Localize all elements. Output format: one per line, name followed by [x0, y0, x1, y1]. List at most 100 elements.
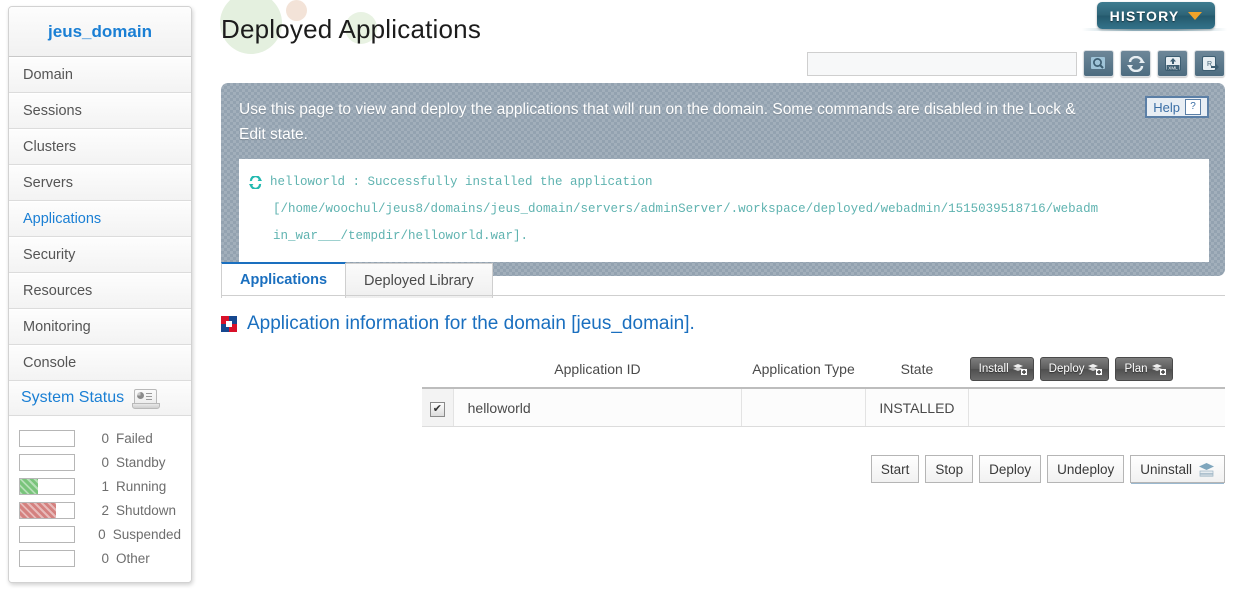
- column-header-application-id: Application ID: [453, 351, 742, 389]
- pinwheel-icon: [221, 316, 237, 332]
- plan-button[interactable]: Plan: [1115, 357, 1173, 381]
- row-checkbox[interactable]: ✔: [429, 401, 445, 417]
- status-bar: [19, 525, 75, 543]
- sidebar-item-domain[interactable]: Domain: [9, 57, 191, 93]
- report-export-icon[interactable]: R: [1194, 50, 1225, 77]
- sidebar: jeus_domain Domain Sessions Clusters Ser…: [8, 6, 192, 583]
- status-row-running: 1 Running: [19, 474, 181, 498]
- undeploy-button-label: Undeploy: [1057, 461, 1115, 477]
- table-row[interactable]: ✔ helloworld INSTALLED: [422, 388, 1225, 427]
- status-count: 0: [98, 526, 106, 542]
- stop-button-label: Stop: [935, 461, 964, 477]
- search-input[interactable]: [807, 51, 1077, 76]
- status-label: Failed: [116, 430, 153, 446]
- column-header-select: [422, 351, 454, 389]
- sidebar-item-label: Resources: [23, 283, 93, 299]
- status-label: Other: [116, 550, 150, 566]
- status-label: Standby: [116, 454, 166, 470]
- deploy-button-label: Deploy: [989, 461, 1032, 477]
- applications-table: Application ID Application Type State In…: [422, 351, 1225, 427]
- page-title: Deployed Applications: [221, 14, 482, 44]
- toolbar: XML R: [807, 50, 1225, 77]
- sidebar-item-label: Domain: [23, 67, 73, 83]
- status-row-standby: 0 Standby: [19, 450, 181, 474]
- search-icon[interactable]: [1083, 50, 1114, 77]
- question-mark-icon: ?: [1185, 99, 1201, 115]
- system-status-header: System Status: [9, 381, 191, 416]
- status-count: 0: [101, 550, 109, 566]
- undeploy-button[interactable]: Undeploy: [1047, 455, 1125, 483]
- tab-bar: Applications Deployed Library: [221, 262, 493, 298]
- sidebar-item-applications[interactable]: Applications: [9, 201, 191, 237]
- table-header-buttons: Install Deploy Plan: [969, 357, 1224, 381]
- stop-button[interactable]: Stop: [925, 455, 974, 483]
- status-count: 0: [101, 430, 109, 446]
- sidebar-item-sessions[interactable]: Sessions: [9, 93, 191, 129]
- system-status-title: System Status: [21, 389, 125, 406]
- status-message-line-1: helloworld : Successfully installed the …: [249, 169, 1197, 196]
- refresh-icon[interactable]: [1120, 50, 1151, 77]
- stack-plus-icon: [1151, 363, 1166, 375]
- status-label: Suspended: [112, 526, 181, 542]
- status-row-suspended: 0 Suspended: [19, 522, 181, 546]
- status-bar: [19, 501, 75, 519]
- status-count: 2: [101, 502, 109, 518]
- chevron-down-icon: [1188, 11, 1203, 20]
- status-count: 0: [101, 454, 109, 470]
- sidebar-item-label: Servers: [23, 175, 73, 191]
- section-title: Application information for the domain […: [247, 313, 695, 334]
- sidebar-item-monitoring[interactable]: Monitoring: [9, 309, 191, 345]
- install-button[interactable]: Install: [969, 357, 1034, 381]
- sidebar-item-resources[interactable]: Resources: [9, 273, 191, 309]
- table-header-row: Application ID Application Type State In…: [422, 351, 1225, 389]
- table-body: ✔ helloworld INSTALLED: [422, 388, 1225, 427]
- app-root: jeus_domain Domain Sessions Clusters Ser…: [0, 0, 1239, 591]
- status-bar: [19, 453, 75, 471]
- info-banner-text: Use this page to view and deploy the app…: [239, 101, 1076, 143]
- sidebar-item-servers[interactable]: Servers: [9, 165, 191, 201]
- sidebar-domain-title: jeus_domain: [9, 7, 191, 57]
- table-head: Application ID Application Type State In…: [422, 351, 1225, 389]
- tab-label: Applications: [240, 272, 328, 288]
- row-select-cell[interactable]: ✔: [422, 388, 454, 427]
- tab-applications[interactable]: Applications: [221, 262, 347, 298]
- start-button-label: Start: [880, 461, 910, 477]
- xml-export-icon[interactable]: XML: [1157, 50, 1188, 77]
- sidebar-item-console[interactable]: Console: [9, 345, 191, 381]
- help-button[interactable]: Help ?: [1145, 96, 1209, 118]
- status-bar: [19, 549, 75, 567]
- deploy-button[interactable]: Deploy: [979, 455, 1042, 483]
- history-button[interactable]: HISTORY: [1097, 2, 1215, 29]
- status-label: Shutdown: [116, 502, 177, 518]
- status-row-other: 0 Other: [19, 546, 181, 570]
- status-bar: [19, 429, 75, 447]
- status-row-failed: 0 Failed: [19, 426, 181, 450]
- cell-actions: [968, 388, 1225, 427]
- svg-text:XML: XML: [1168, 65, 1178, 70]
- applications-table-wrap: Application ID Application Type State In…: [422, 351, 1225, 427]
- column-header-actions: Install Deploy Plan: [968, 351, 1225, 389]
- status-message-box: helloworld : Successfully installed the …: [239, 159, 1209, 262]
- status-message-line-3: in_war___/tempdir/helloworld.war].: [273, 229, 529, 243]
- tab-deployed-library[interactable]: Deployed Library: [345, 263, 493, 298]
- history-button-label: HISTORY: [1109, 7, 1180, 24]
- deploy-button[interactable]: Deploy: [1039, 357, 1110, 381]
- status-message-text: helloworld : Successfully installed the …: [270, 175, 653, 189]
- sidebar-item-label: Sessions: [23, 103, 82, 119]
- tab-label: Deployed Library: [364, 273, 474, 289]
- cell-application-type: [741, 388, 866, 427]
- sidebar-item-security[interactable]: Security: [9, 237, 191, 273]
- sidebar-item-label: Console: [23, 355, 77, 371]
- help-button-label: Help: [1153, 99, 1180, 115]
- cell-application-id: helloworld: [453, 388, 743, 427]
- sidebar-item-clusters[interactable]: Clusters: [9, 129, 191, 165]
- start-button[interactable]: Start: [870, 455, 920, 483]
- section-header: Application information for the domain […: [221, 313, 695, 335]
- status-label: Running: [116, 478, 167, 494]
- sidebar-item-label: Clusters: [23, 139, 77, 155]
- sidebar-item-label: Applications: [23, 211, 102, 227]
- action-button-bar: Start Stop Deploy Undeploy Uninstall: [870, 455, 1225, 483]
- deploy-button-label: Deploy: [1048, 363, 1085, 375]
- uninstall-button[interactable]: Uninstall: [1130, 455, 1225, 483]
- info-banner: Use this page to view and deploy the app…: [221, 83, 1225, 276]
